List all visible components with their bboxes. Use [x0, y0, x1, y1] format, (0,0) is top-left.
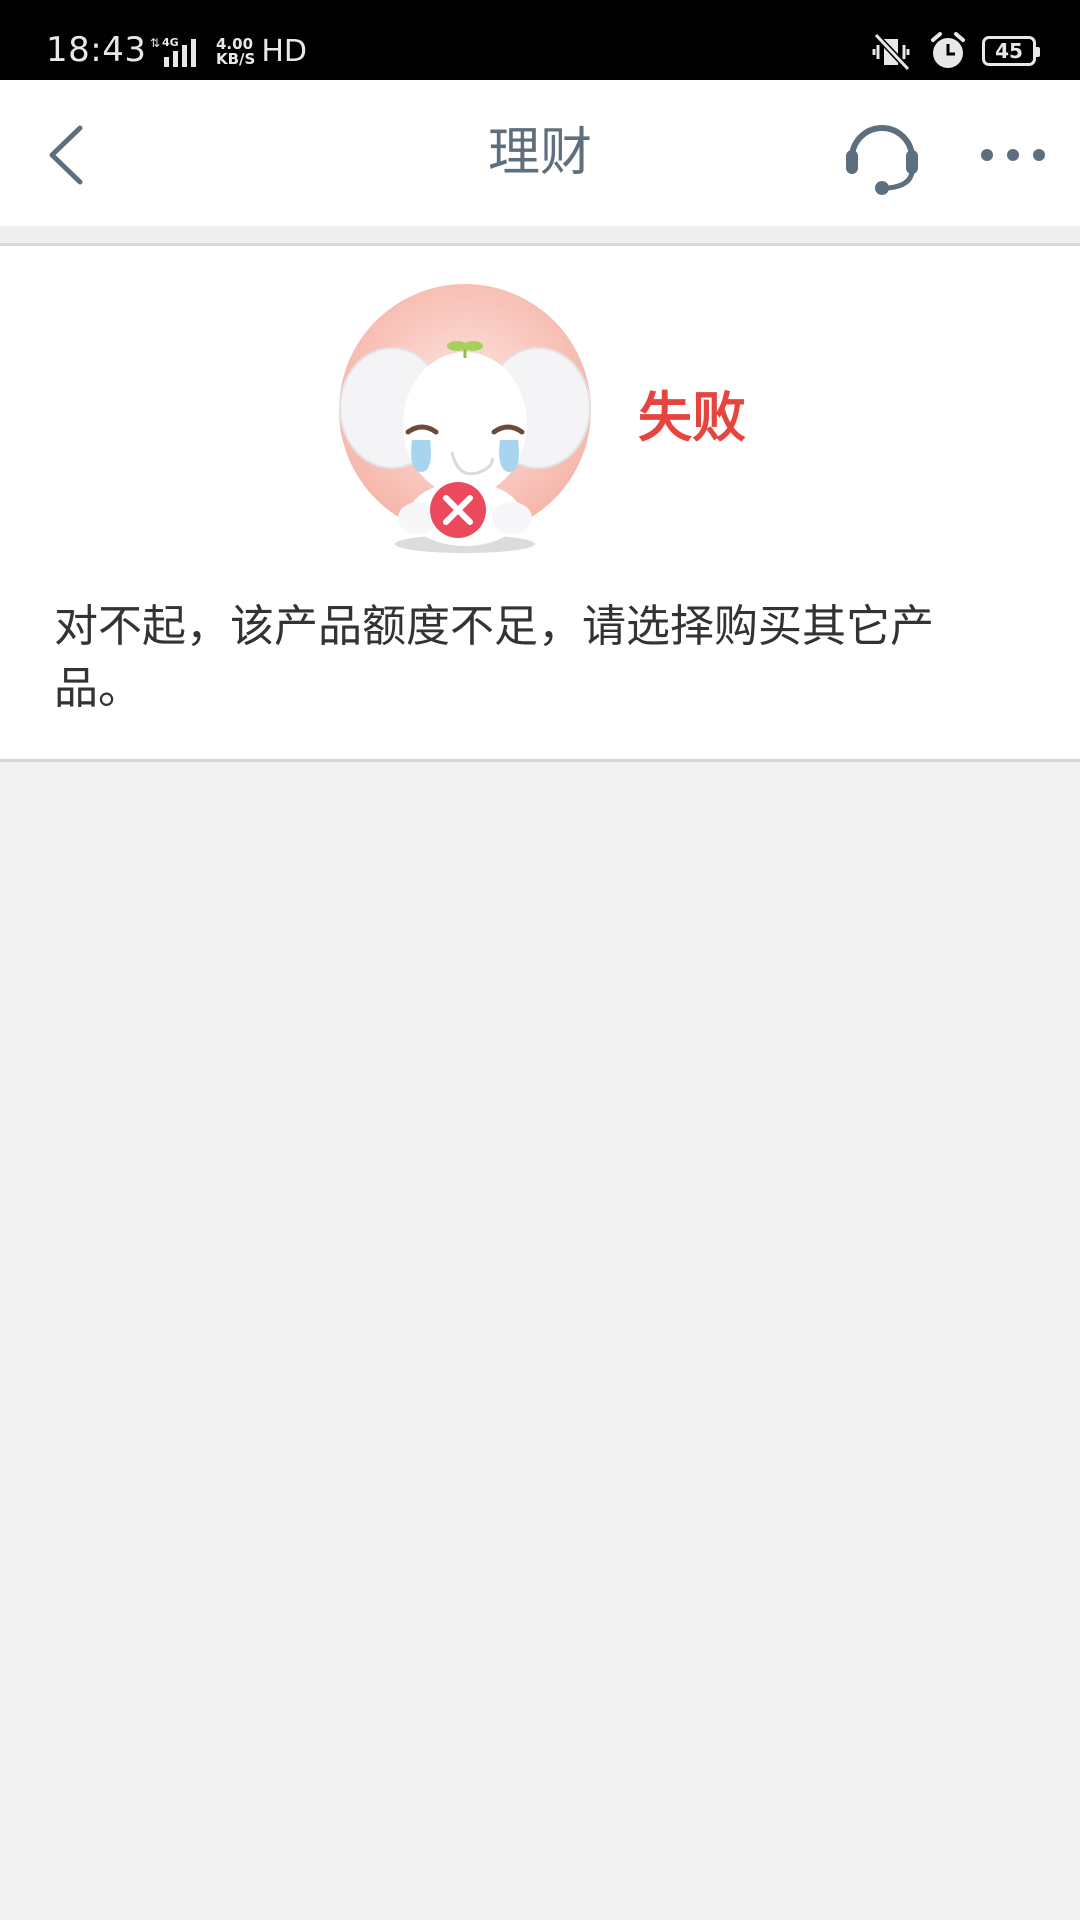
network-type: 4G [162, 36, 179, 49]
crying-elephant-mascot-icon [339, 284, 591, 553]
hd-label: HD [261, 34, 308, 69]
battery-level: 45 [995, 39, 1023, 63]
nav-bar: 理财 [0, 80, 1080, 226]
vibrate-mute-icon [872, 32, 911, 71]
battery-icon: 45 [982, 36, 1040, 66]
result-message: 对不起，该产品额度不足，请选择购买其它产品。 [54, 601, 934, 714]
more-dots-icon [981, 149, 1045, 161]
signal-icon: ⇅ 4G [150, 36, 196, 67]
back-button[interactable] [44, 122, 90, 188]
status-time: 18:43 [46, 30, 147, 70]
status-bar: 18:43 ⇅ 4G 4.00 KB/S HD 45 [0, 0, 1080, 80]
alarm-icon [931, 32, 965, 68]
customer-service-button[interactable] [842, 114, 922, 196]
status-network: ⇅ 4G 4.00 KB/S HD [148, 32, 307, 72]
network-speed-unit: KB/S [216, 50, 256, 68]
headset-icon [846, 125, 918, 195]
status-right-icons: 45 [868, 30, 1040, 72]
nav-divider [0, 226, 1080, 246]
more-button[interactable] [978, 130, 1048, 180]
result-card: 失败 对不起，该产品额度不足，请选择购买其它产品。 [0, 246, 1080, 762]
network-speed: 4.00 KB/S [216, 37, 255, 67]
svg-text:⇅: ⇅ [150, 36, 160, 50]
result-status: 失败 [638, 386, 746, 449]
chevron-left-icon [49, 125, 83, 185]
